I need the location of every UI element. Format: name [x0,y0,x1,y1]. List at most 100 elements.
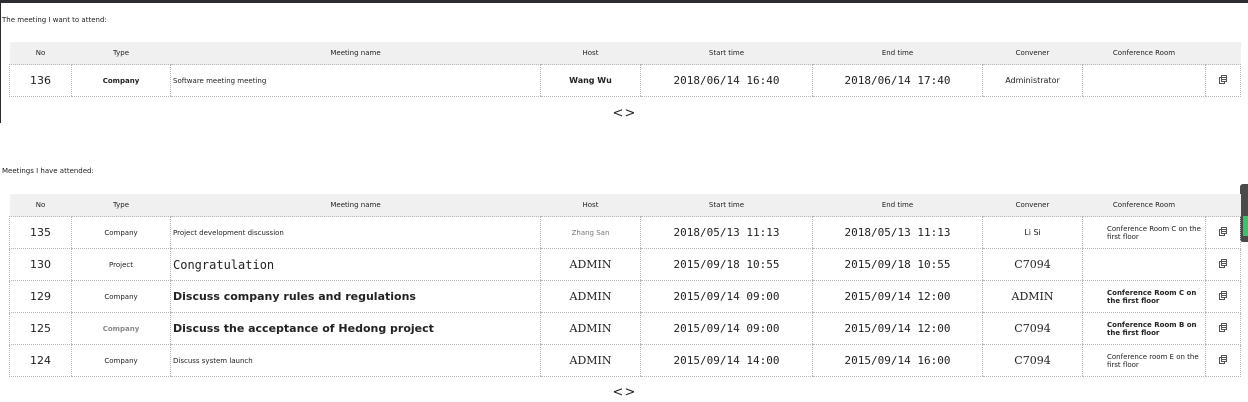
cell-type: Company [71,216,171,249]
document-copy-icon[interactable] [1219,227,1227,236]
cell-host: ADMIN [540,248,641,281]
table-row[interactable]: 135 Company Project development discussi… [9,216,1241,249]
cell-type: Company [71,64,171,97]
pager-attended: <> [612,385,640,400]
cell-actions [1205,64,1241,97]
cell-conference-room: Conference Room C on the first floor [1082,216,1206,249]
cell-end-time: 2015/09/18 10:55 [812,248,983,281]
col-header-host[interactable]: Host [540,42,641,65]
cell-convener: Li Si [982,216,1083,249]
cell-no: 125 [9,312,72,345]
cell-end-time: 2018/06/14 17:40 [812,64,983,97]
cell-meeting-name[interactable]: Congratulation [170,248,541,281]
section-title-attended: Meetings I have attended: [2,167,94,175]
col-header-type[interactable]: Type [71,194,171,217]
col-header-start-time[interactable]: Start time [640,42,813,65]
cell-type: Project [71,248,171,281]
section-title-want-to-attend: The meeting I want to attend: [2,16,107,24]
cell-end-time: 2018/05/13 11:13 [812,216,983,249]
cell-conference-room: Conference room E on the first floor [1082,344,1206,377]
col-header-conference-room[interactable]: Conference Room [1082,194,1206,217]
col-header-end-time[interactable]: End time [812,42,983,65]
cell-end-time: 2015/09/14 16:00 [812,344,983,377]
cell-meeting-name[interactable]: Discuss system launch [170,344,541,377]
chevron-right-icon[interactable]: > [624,106,636,121]
document-copy-icon[interactable] [1219,291,1227,300]
chevron-right-icon[interactable]: > [624,385,636,400]
cell-convener: C7094 [982,344,1083,377]
cell-convener: C7094 [982,312,1083,345]
side-panel-indicator [1243,216,1248,236]
cell-conference-room [1082,64,1206,97]
cell-convener: C7094 [982,248,1083,281]
col-header-actions [1205,194,1241,217]
cell-actions [1205,248,1241,281]
cell-start-time: 2015/09/14 09:00 [640,280,813,313]
col-header-actions [1205,42,1241,65]
cell-meeting-name[interactable]: Software meeting meeting [170,64,541,97]
table-header-row: No Type Meeting name Host Start time End… [9,42,1241,65]
left-edge-line [0,3,1,123]
cell-no: 135 [9,216,72,249]
document-copy-icon[interactable] [1219,75,1227,84]
table-row[interactable]: 129 Company Discuss company rules and re… [9,280,1241,313]
col-header-meeting-name[interactable]: Meeting name [170,194,541,217]
table-row[interactable]: 130 Project Congratulation ADMIN 2015/09… [9,248,1241,281]
col-header-conference-room[interactable]: Conference Room [1082,42,1206,65]
col-header-no[interactable]: No [9,42,72,65]
col-header-type[interactable]: Type [71,42,171,65]
cell-conference-room: Conference Room B on the first floor [1082,312,1206,345]
cell-start-time: 2015/09/18 10:55 [640,248,813,281]
cell-start-time: 2018/05/13 11:13 [640,216,813,249]
cell-host: ADMIN [540,312,641,345]
table-header-row: No Type Meeting name Host Start time End… [9,194,1241,217]
table-want-to-attend: No Type Meeting name Host Start time End… [9,42,1241,97]
cell-meeting-name[interactable]: Discuss the acceptance of Hedong project [170,312,541,345]
document-copy-icon[interactable] [1219,355,1227,364]
cell-host: ADMIN [540,344,641,377]
cell-conference-room: Conference Room C on the first floor [1082,280,1206,313]
side-panel-handle[interactable] [1240,184,1248,242]
col-header-end-time[interactable]: End time [812,194,983,217]
col-header-convener[interactable]: Convener [982,42,1083,65]
cell-host: Zhang San [540,216,641,249]
cell-no: 124 [9,344,72,377]
cell-type: Company [71,312,171,345]
table-row[interactable]: 124 Company Discuss system launch ADMIN … [9,344,1241,377]
cell-convener: ADMIN [982,280,1083,313]
cell-host: Wang Wu [540,64,641,97]
cell-start-time: 2015/09/14 14:00 [640,344,813,377]
cell-meeting-name[interactable]: Project development discussion [170,216,541,249]
cell-actions [1205,216,1241,249]
document-copy-icon[interactable] [1219,259,1227,268]
cell-start-time: 2015/09/14 09:00 [640,312,813,345]
cell-host: ADMIN [540,280,641,313]
cell-type: Company [71,344,171,377]
cell-end-time: 2015/09/14 12:00 [812,280,983,313]
col-header-convener[interactable]: Convener [982,194,1083,217]
document-copy-icon[interactable] [1219,323,1227,332]
cell-meeting-name[interactable]: Discuss company rules and regulations [170,280,541,313]
chevron-left-icon[interactable]: < [612,106,624,121]
cell-actions [1205,344,1241,377]
col-header-start-time[interactable]: Start time [640,194,813,217]
col-header-host[interactable]: Host [540,194,641,217]
table-row[interactable]: 136 Company Software meeting meeting Wan… [9,64,1241,97]
col-header-no[interactable]: No [9,194,72,217]
cell-type: Company [71,280,171,313]
table-row[interactable]: 125 Company Discuss the acceptance of He… [9,312,1241,345]
cell-actions [1205,280,1241,313]
col-header-meeting-name[interactable]: Meeting name [170,42,541,65]
table-attended: No Type Meeting name Host Start time End… [9,194,1241,377]
cell-no: 130 [9,248,72,281]
cell-no: 129 [9,280,72,313]
window-top-bar [0,0,1248,3]
pager-want-to-attend: <> [612,106,640,121]
cell-actions [1205,312,1241,345]
cell-conference-room [1082,248,1206,281]
cell-end-time: 2015/09/14 12:00 [812,312,983,345]
cell-no: 136 [9,64,72,97]
cell-start-time: 2018/06/14 16:40 [640,64,813,97]
chevron-left-icon[interactable]: < [612,385,624,400]
cell-convener: Administrator [982,64,1083,97]
